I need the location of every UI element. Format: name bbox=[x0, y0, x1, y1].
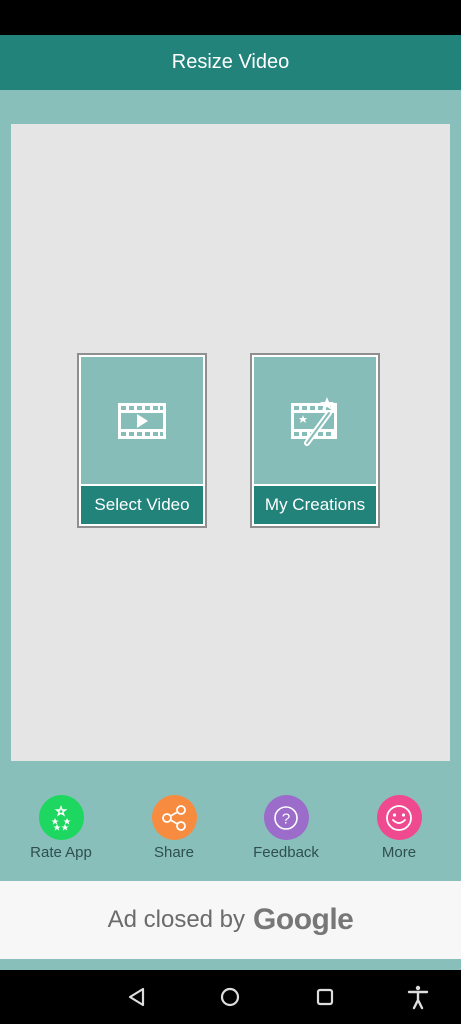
bottom-strip bbox=[0, 959, 461, 970]
select-video-thumb bbox=[81, 357, 203, 484]
status-bar bbox=[0, 0, 461, 35]
svg-text:?: ? bbox=[282, 810, 290, 827]
share-button[interactable]: Share bbox=[124, 795, 224, 865]
share-icon bbox=[162, 804, 186, 831]
action-row: Rate App Share ? Feedback More bbox=[0, 795, 461, 865]
ad-banner: Ad closed by Google bbox=[0, 881, 461, 959]
feedback-circle: ? bbox=[263, 795, 309, 840]
app-bar: Resize Video bbox=[0, 35, 461, 90]
share-label: Share bbox=[153, 844, 195, 861]
app-title: Resize Video bbox=[171, 51, 290, 73]
question-icon: ? bbox=[274, 805, 298, 830]
rate-app-circle bbox=[38, 795, 84, 840]
select-video-label: Select Video bbox=[81, 486, 203, 524]
stars-icon bbox=[51, 804, 71, 831]
back-icon[interactable] bbox=[124, 984, 150, 1010]
my-creations-label: My Creations bbox=[254, 486, 376, 524]
more-button[interactable]: More bbox=[349, 795, 449, 865]
feedback-label: Feedback bbox=[253, 844, 319, 861]
google-logo: Google bbox=[253, 903, 354, 936]
select-video-card[interactable]: Select Video bbox=[77, 353, 207, 528]
accessibility-icon[interactable] bbox=[405, 984, 431, 1010]
smiley-icon bbox=[386, 804, 412, 831]
my-creations-thumb bbox=[254, 357, 376, 484]
home-icon[interactable] bbox=[217, 984, 243, 1010]
film-play-icon bbox=[118, 402, 166, 439]
share-circle bbox=[151, 795, 197, 840]
more-circle bbox=[376, 795, 422, 840]
film-magic-wand-icon bbox=[291, 396, 337, 446]
recents-icon[interactable] bbox=[312, 984, 338, 1010]
my-creations-card[interactable]: My Creations bbox=[250, 353, 380, 528]
system-nav-bar bbox=[0, 970, 461, 1024]
ad-closed-text: Ad closed by bbox=[107, 906, 246, 933]
feedback-button[interactable]: ? Feedback bbox=[236, 795, 336, 865]
rate-app-button[interactable]: Rate App bbox=[11, 795, 111, 865]
more-label: More bbox=[381, 844, 417, 861]
rate-app-label: Rate App bbox=[30, 844, 92, 861]
